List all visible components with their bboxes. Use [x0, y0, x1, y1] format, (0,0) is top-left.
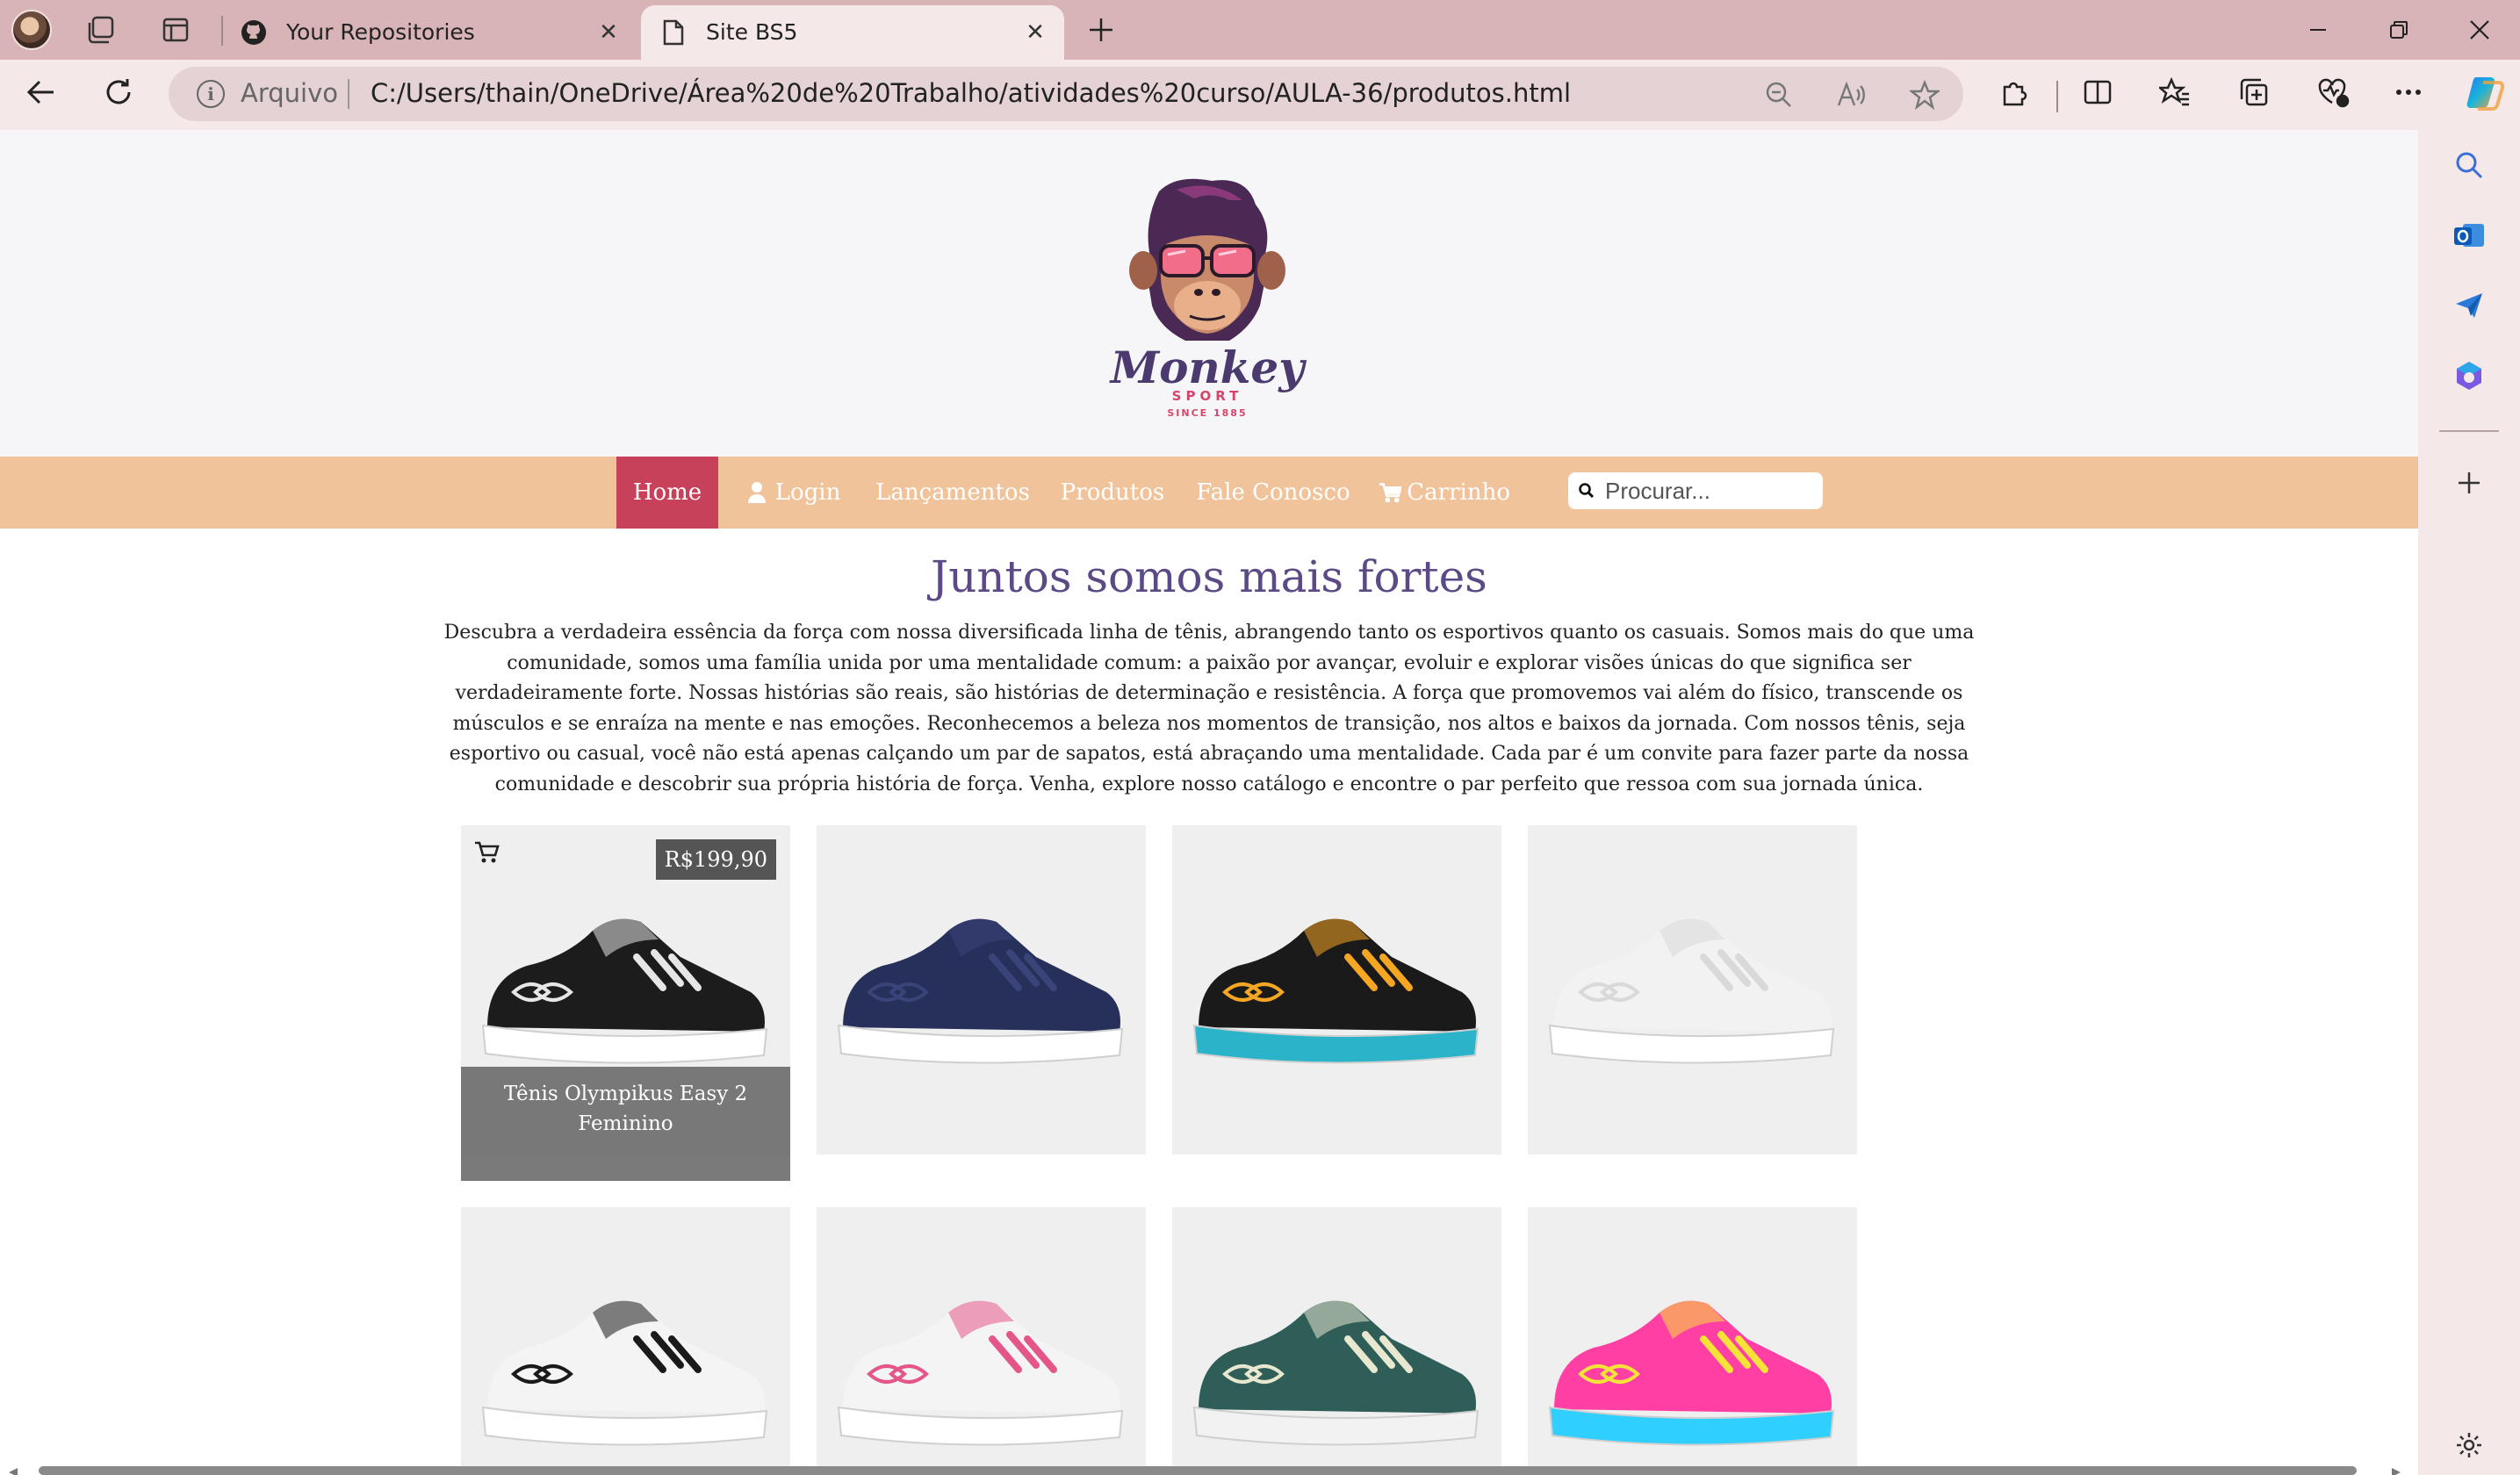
refresh-icon[interactable] [98, 72, 139, 112]
scroll-left-icon[interactable] [7, 1464, 19, 1475]
close-window-icon[interactable] [2460, 11, 2499, 49]
site-navbar: Home Login Lançamentos Produtos Fale Con… [0, 457, 2418, 529]
split-screen-icon[interactable] [2077, 72, 2118, 112]
m365-icon[interactable] [2446, 353, 2492, 399]
product-card[interactable] [1528, 1207, 1857, 1475]
add-to-cart-icon[interactable] [473, 839, 500, 866]
collections-icon[interactable] [2234, 72, 2274, 112]
nav-login[interactable]: Login [743, 457, 845, 529]
price-tag: R$199,90 [655, 839, 776, 880]
tab-divider [221, 16, 223, 46]
product-card[interactable] [461, 1207, 790, 1475]
new-tab-icon[interactable] [1084, 12, 1119, 47]
more-options-icon[interactable] [2388, 72, 2429, 112]
sneaker-image [1192, 918, 1480, 1064]
sneaker-image [1192, 1300, 1480, 1446]
favorite-star-icon[interactable] [1909, 79, 1940, 111]
search-icon[interactable] [2446, 142, 2492, 188]
close-tab-icon[interactable]: ✕ [1022, 19, 1048, 46]
nav-label: Carrinho [1407, 479, 1510, 506]
product-card[interactable] [1172, 1207, 1501, 1475]
product-card[interactable] [817, 825, 1146, 1155]
nav-label: Login [774, 479, 841, 506]
nav-fale-conosco[interactable]: Fale Conosco [1194, 457, 1352, 529]
profile-avatar[interactable] [11, 9, 53, 51]
tab-bar: Your Repositories ✕ Site BS5 ✕ [0, 0, 2520, 60]
product-card[interactable]: R$199,90 Tênis Olympikus Easy 2 Feminino [461, 825, 790, 1181]
logo-name: Monkey [1109, 342, 1307, 393]
site-header: Monkey SPORT SINCE 1885 [0, 130, 2418, 457]
restore-icon[interactable] [2380, 11, 2418, 49]
github-icon [241, 19, 267, 46]
product-card[interactable] [1172, 825, 1501, 1155]
nav-label: Produtos [1060, 479, 1165, 506]
sidebar-divider [2439, 430, 2499, 432]
edge-sidebar [2418, 130, 2520, 1475]
minimize-icon[interactable] [2299, 11, 2337, 49]
info-icon[interactable]: i [197, 80, 225, 108]
copilot-icon[interactable] [2462, 70, 2508, 116]
user-icon [747, 482, 766, 503]
outlook-icon[interactable] [2446, 212, 2492, 258]
nav-label: Lançamentos [875, 479, 1030, 506]
tab-title: Your Repositories [286, 19, 475, 45]
cart-icon [1379, 483, 1402, 503]
avatar [11, 10, 52, 50]
page-title: Juntos somos mais fortes [931, 551, 1487, 602]
vertical-tabs-icon[interactable] [158, 12, 193, 47]
security-label: Arquivo [241, 78, 339, 108]
extensions-icon[interactable] [1995, 72, 2035, 112]
workspaces-icon[interactable] [83, 12, 118, 47]
horizontal-scroll-thumb[interactable] [39, 1466, 2357, 1475]
nav-label: Home [632, 479, 702, 506]
zoom-out-icon[interactable] [1763, 79, 1795, 111]
search-input[interactable] [1605, 476, 1816, 506]
page-viewport: Monkey SPORT SINCE 1885 Home Login Lança… [0, 130, 2418, 1475]
logo-sub: SPORT [1172, 388, 1243, 404]
nav-carrinho[interactable]: Carrinho [1379, 457, 1510, 529]
monkey-sport-logo[interactable]: Monkey SPORT SINCE 1885 [1098, 174, 1317, 424]
nav-home[interactable]: Home [616, 457, 718, 529]
browser-essentials-icon[interactable] [2313, 72, 2353, 112]
favorites-icon[interactable] [2155, 72, 2195, 112]
search-box[interactable] [1568, 472, 1823, 509]
toolbar-divider [2056, 81, 2058, 112]
address-divider [348, 79, 349, 109]
product-name: Tênis Olympikus Easy 2 Feminino [461, 1067, 790, 1155]
sneaker-image [837, 918, 1124, 1064]
add-icon[interactable] [2446, 460, 2492, 506]
send-icon[interactable] [2446, 283, 2492, 328]
address-bar[interactable]: i Arquivo C:/Users/thain/OneDrive/Área%2… [169, 67, 1963, 121]
product-card[interactable] [1528, 825, 1857, 1155]
sneaker-image [1548, 918, 1835, 1064]
read-aloud-icon[interactable] [1835, 79, 1867, 111]
nav-produtos[interactable]: Produtos [1059, 457, 1166, 529]
nav-lancamentos[interactable]: Lançamentos [869, 457, 1036, 529]
close-tab-icon[interactable]: ✕ [595, 19, 622, 46]
sneaker-image [837, 1300, 1124, 1446]
tab-your-repositories[interactable]: Your Repositories ✕ [230, 5, 637, 60]
caption-bar [461, 1155, 790, 1181]
sneaker-image [481, 1300, 768, 1446]
search-icon [1579, 483, 1595, 499]
nav-label: Fale Conosco [1196, 479, 1350, 506]
tab-site-bs5[interactable]: Site BS5 ✕ [641, 5, 1064, 60]
settings-gear-icon[interactable] [2446, 1422, 2492, 1468]
scroll-right-icon[interactable] [2390, 1464, 2402, 1475]
browser-toolbar: i Arquivo C:/Users/thain/OneDrive/Área%2… [0, 60, 2520, 130]
logo-since: SINCE 1885 [1167, 407, 1247, 419]
tab-title: Site BS5 [706, 19, 798, 45]
product-card[interactable] [817, 1207, 1146, 1475]
page-intro: Descubra a verdadeira essência da força … [443, 622, 1975, 795]
page-icon [662, 19, 685, 46]
sneaker-image [1548, 1300, 1835, 1446]
url-text[interactable]: C:/Users/thain/OneDrive/Área%20de%20Trab… [371, 78, 1571, 108]
back-icon[interactable] [21, 72, 61, 112]
